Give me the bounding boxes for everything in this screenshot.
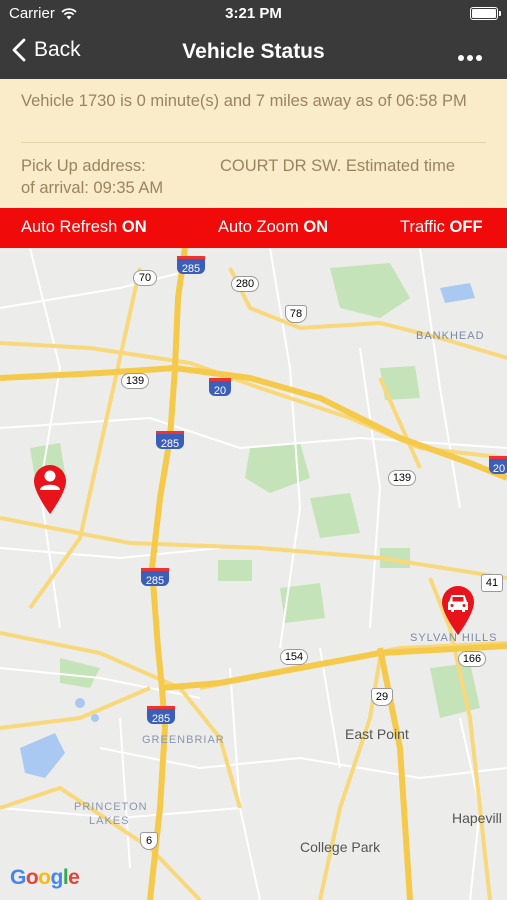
traffic-toggle[interactable]: Traffic OFF — [400, 218, 483, 237]
place-label-hapeville: Hapevill — [452, 810, 502, 826]
auto-refresh-value: ON — [121, 218, 147, 236]
route-shield-70: 70 — [133, 270, 157, 286]
map-options-bar: Auto Refresh ON Auto Zoom ON Traffic OFF — [0, 208, 507, 248]
place-label-lakes: LAKES — [89, 815, 130, 827]
auto-refresh-toggle[interactable]: Auto Refresh ON — [21, 218, 147, 237]
traffic-label: Traffic — [400, 218, 445, 236]
route-shield-280: 280 — [231, 276, 259, 292]
lakes — [20, 283, 475, 778]
navigation-bar: Back Vehicle Status — [0, 28, 507, 79]
person-pin-icon[interactable] — [32, 463, 68, 515]
interstate-shield-285-c: 285 — [141, 568, 169, 587]
page-title: Vehicle Status — [182, 40, 325, 63]
route-shield-139: 139 — [121, 373, 149, 389]
traffic-value: OFF — [449, 218, 483, 236]
auto-refresh-label: Auto Refresh — [21, 218, 118, 236]
pickup-label: Pick Up address: — [21, 157, 146, 175]
place-label-east-point: East Point — [345, 726, 409, 742]
auto-zoom-value: ON — [303, 218, 329, 236]
interstate-shield-20: 20 — [209, 378, 231, 397]
route-shield-6: 6 — [140, 832, 158, 850]
route-shield-41: 41 — [481, 574, 503, 592]
route-shield-78: 78 — [285, 305, 307, 323]
eta-text: of arrival: 09:35 AM — [21, 179, 164, 197]
interstate-shield-285: 285 — [177, 256, 205, 275]
battery-icon — [470, 7, 501, 20]
interstate-shield-285-d: 285 — [147, 706, 175, 725]
route-shield-154: 154 — [280, 649, 308, 665]
interstate-shield-285-b: 285 — [156, 431, 184, 450]
auto-zoom-label: Auto Zoom — [218, 218, 299, 236]
pickup-address: COURT DR SW. Estimated time — [220, 157, 456, 175]
route-shield-139-b: 139 — [388, 470, 416, 486]
clock: 3:21 PM — [225, 5, 282, 22]
ellipsis-icon[interactable] — [457, 41, 483, 69]
route-shield-29: 29 — [371, 688, 393, 706]
route-shield-166: 166 — [458, 651, 486, 667]
vehicle-info-panel: Vehicle 1730 is 0 minute(s) and 7 miles … — [0, 79, 507, 208]
info-divider — [21, 142, 486, 143]
vehicle-distance-text: Vehicle 1730 is 0 minute(s) and 7 miles … — [21, 92, 467, 110]
place-label-princeton: PRINCETON — [74, 801, 148, 813]
place-label-bankhead: BANKHEAD — [416, 330, 485, 342]
place-label-college-park: College Park — [300, 839, 381, 855]
interstate-shield-20-b: 20 — [489, 456, 507, 475]
status-bar: Carrier 3:21 PM — [0, 0, 507, 28]
auto-zoom-toggle[interactable]: Auto Zoom ON — [218, 218, 328, 237]
place-label-greenbriar: GREENBRIAR — [142, 734, 225, 746]
map-view[interactable]: 70 285 280 78 139 20 285 139 285 154 166… — [0, 248, 507, 900]
google-logo: Google — [10, 866, 80, 889]
car-pin-icon[interactable] — [440, 584, 476, 636]
